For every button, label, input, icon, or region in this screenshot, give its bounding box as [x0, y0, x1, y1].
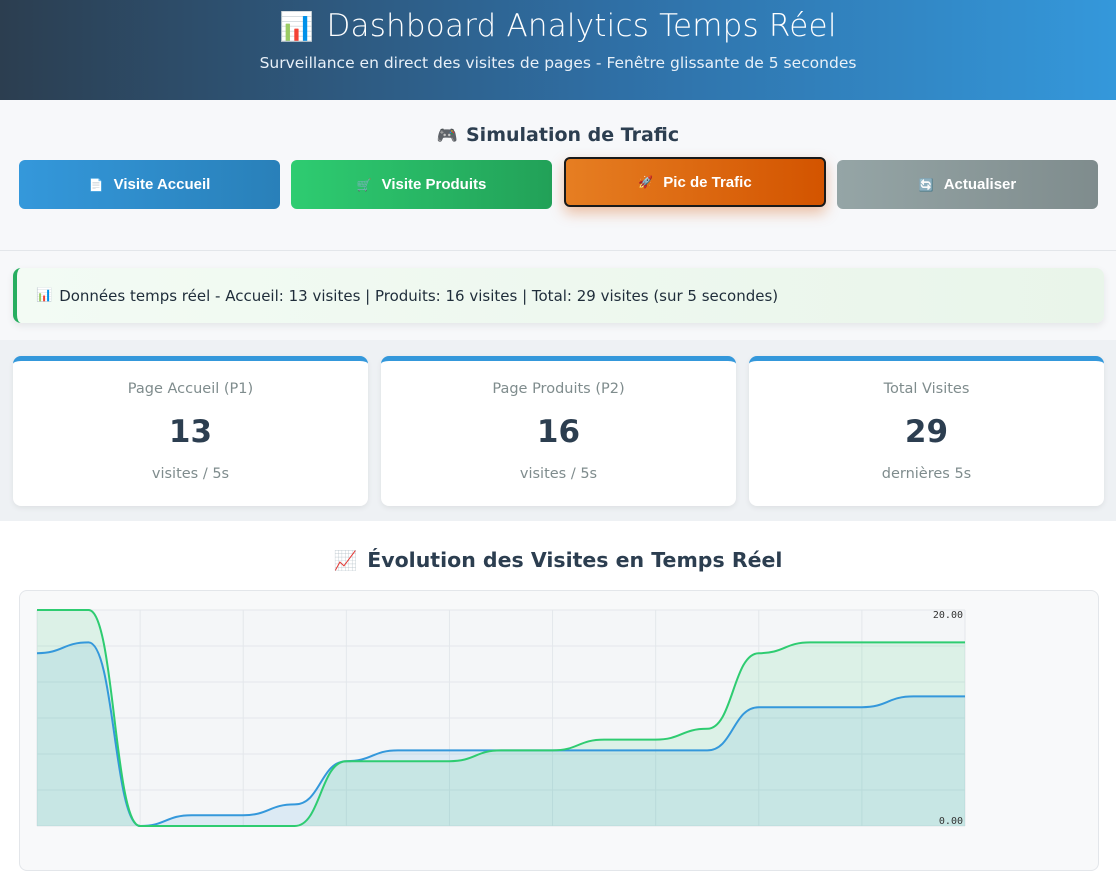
stat-value: 16 — [536, 414, 581, 450]
visit-products-button[interactable]: 🛒 Visite Produits — [291, 160, 552, 209]
refresh-label: Actualiser — [943, 176, 1017, 193]
stat-label: Page Produits (P2) — [492, 381, 625, 397]
traffic-simulation-panel: 🎮 Simulation de Trafic 📄 Visite Accueil 🛒 V… — [0, 100, 1116, 251]
stat-sub: visites / 5s — [519, 466, 598, 482]
status-banner: 📊 Données temps réel - Accueil: 13 visit… — [13, 268, 1104, 323]
visit-home-button[interactable]: 📄 Visite Accueil — [19, 160, 280, 209]
page-subtitle: Surveillance en direct des visites de pa… — [259, 54, 857, 72]
simulation-buttons: 📄 Visite Accueil 🛒 Visite Produits 🚀 Pic de… — [0, 157, 1116, 220]
chart-container: 20.00 0.00 — [19, 590, 1099, 871]
status-section: 📊 Données temps réel - Accueil: 13 visit… — [0, 251, 1116, 340]
y-tick-label-max: 20.00 — [933, 610, 963, 621]
traffic-spike-button[interactable]: 🚀 Pic de Trafic — [564, 157, 826, 207]
chart-title: 📈 Évolution des Visites en Temps Réel — [0, 521, 1116, 572]
visit-products-label: Visite Produits — [381, 176, 487, 193]
refresh-button[interactable]: 🔄 Actualiser — [837, 160, 1098, 209]
page-title-text: Dashboard Analytics Temps Réel — [326, 8, 837, 44]
stat-label: Page Accueil (P1) — [127, 381, 254, 397]
refresh-icon: 🔄 — [918, 177, 934, 192]
stat-value: 29 — [904, 414, 949, 450]
chart-section: 📈 Évolution des Visites en Temps Réel 20.… — [0, 521, 1116, 888]
stat-value: 13 — [168, 414, 213, 450]
stat-card-products: Page Produits (P2) 16 visites / 5s — [381, 356, 736, 506]
stat-sub: visites / 5s — [151, 466, 230, 482]
status-text: Données temps réel - Accueil: 13 visites… — [59, 286, 779, 305]
visit-home-label: Visite Accueil — [113, 176, 211, 193]
stat-sub: dernières 5s — [881, 466, 972, 482]
bar-chart-icon: 📊 — [36, 288, 53, 303]
stat-card-total: Total Visites 29 dernières 5s — [749, 356, 1104, 506]
page-icon: 📄 — [88, 177, 104, 192]
stats-section: Page Accueil (P1) 13 visites / 5s Page P… — [0, 340, 1116, 521]
app-header: 📊 Dashboard Analytics Temps Réel Surveill… — [0, 0, 1116, 100]
simulation-title-text: Simulation de Trafic — [466, 124, 680, 146]
cart-icon: 🛒 — [356, 177, 372, 192]
page-title: 📊 Dashboard Analytics Temps Réel — [0, 0, 1116, 44]
simulation-title: 🎮 Simulation de Trafic — [0, 100, 1116, 146]
stat-label: Total Visites — [883, 381, 970, 397]
trend-chart-icon: 📈 — [333, 550, 358, 572]
chart-title-text: Évolution des Visites en Temps Réel — [367, 548, 783, 572]
stat-card-home: Page Accueil (P1) 13 visites / 5s — [13, 356, 368, 506]
traffic-spike-label: Pic de Trafic — [663, 173, 752, 191]
rocket-icon: 🚀 — [638, 175, 654, 189]
visits-chart: 20.00 0.00 — [36, 609, 966, 828]
bar-chart-icon: 📊 — [279, 10, 315, 43]
gamepad-icon: 🎮 — [436, 126, 458, 146]
y-tick-label-min: 0.00 — [939, 816, 963, 827]
